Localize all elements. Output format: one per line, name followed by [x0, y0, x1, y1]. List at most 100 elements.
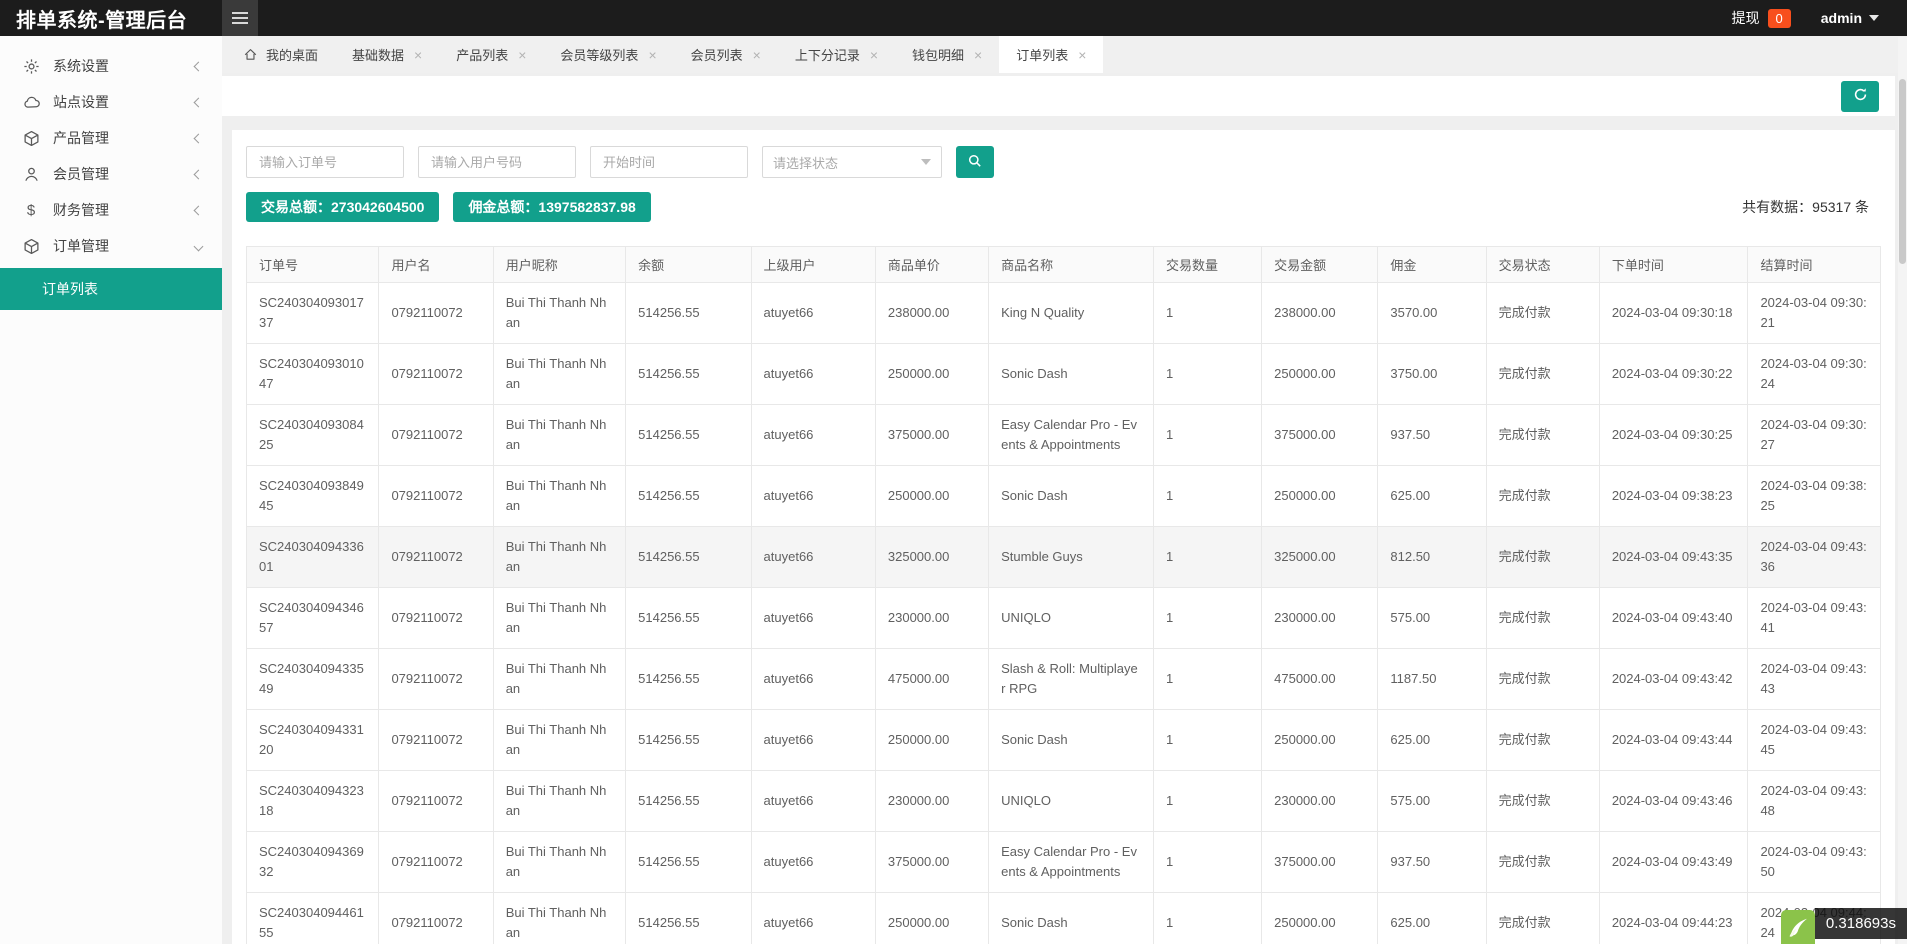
cell-parent-user: atuyet66	[751, 588, 875, 649]
column-header-username: 用户名	[379, 247, 493, 283]
cell-balance: 514256.55	[626, 405, 751, 466]
hamburger-icon	[232, 12, 248, 14]
user-no-input[interactable]	[418, 146, 576, 178]
close-icon[interactable]: ×	[1078, 48, 1086, 62]
cell-balance: 514256.55	[626, 466, 751, 527]
cell-nickname: Bui Thi Thanh Nhan	[493, 649, 625, 710]
cell-status: 完成付款	[1486, 527, 1599, 588]
table-row: SC240304093084250792110072Bui Thi Thanh …	[247, 405, 1881, 466]
chevron-left-icon	[194, 61, 204, 71]
cloud-icon	[22, 93, 40, 111]
cell-order-time: 2024-03-04 09:30:25	[1599, 405, 1748, 466]
sidebar-item-4[interactable]: $财务管理	[0, 192, 222, 228]
column-header-balance: 余额	[626, 247, 751, 283]
cell-amount: 250000.00	[1262, 710, 1378, 771]
cell-quantity: 1	[1153, 527, 1261, 588]
menu-toggle-button[interactable]	[222, 0, 258, 36]
cell-status: 完成付款	[1486, 283, 1599, 344]
tab-3[interactable]: 会员等级列表×	[543, 36, 673, 73]
tab-0[interactable]: 我的桌面	[226, 36, 335, 73]
cell-nickname: Bui Thi Thanh Nhan	[493, 893, 625, 944]
sidebar-item-3[interactable]: 会员管理	[0, 156, 222, 192]
vertical-scrollbar	[1898, 37, 1907, 944]
thinkphp-logo-icon[interactable]	[1781, 910, 1815, 944]
tab-1[interactable]: 基础数据×	[335, 36, 439, 73]
cell-nickname: Bui Thi Thanh Nhan	[493, 344, 625, 405]
chevron-down-icon	[1869, 15, 1879, 21]
tab-label: 订单列表	[1016, 45, 1068, 64]
cell-balance: 514256.55	[626, 649, 751, 710]
withdraw-link[interactable]: 提现 0	[1732, 8, 1791, 28]
cell-order-no: SC24030409384945	[247, 466, 379, 527]
cell-settle-time: 2024-03-04 09:43:36	[1748, 527, 1881, 588]
cell-nickname: Bui Thi Thanh Nhan	[493, 588, 625, 649]
cell-username: 0792110072	[379, 466, 493, 527]
cell-product-name: Easy Calendar Pro - Events & Appointment…	[989, 832, 1154, 893]
sidebar-item-1[interactable]: 站点设置	[0, 84, 222, 120]
status-select[interactable]: 请选择状态	[762, 146, 942, 178]
cell-username: 0792110072	[379, 405, 493, 466]
tab-5[interactable]: 上下分记录×	[778, 36, 895, 73]
user-menu[interactable]: admin	[1821, 10, 1879, 26]
cell-username: 0792110072	[379, 710, 493, 771]
search-button[interactable]	[956, 146, 994, 178]
cell-order-time: 2024-03-04 09:38:23	[1599, 466, 1748, 527]
cell-order-time: 2024-03-04 09:43:40	[1599, 588, 1748, 649]
cell-quantity: 1	[1153, 466, 1261, 527]
column-header-order-no: 订单号	[247, 247, 379, 283]
cell-amount: 230000.00	[1262, 771, 1378, 832]
cell-order-no: SC24030409433120	[247, 710, 379, 771]
cell-nickname: Bui Thi Thanh Nhan	[493, 283, 625, 344]
cell-product-name: Sonic Dash	[989, 893, 1154, 944]
filter-row: 请选择状态	[246, 146, 1881, 178]
cell-status: 完成付款	[1486, 466, 1599, 527]
cell-unit-price: 250000.00	[875, 893, 988, 944]
close-icon[interactable]: ×	[518, 48, 526, 62]
cell-balance: 514256.55	[626, 344, 751, 405]
cell-parent-user: atuyet66	[751, 527, 875, 588]
sidebar-item-0[interactable]: 系统设置	[0, 48, 222, 84]
refresh-button[interactable]	[1841, 81, 1879, 112]
tab-4[interactable]: 会员列表×	[674, 36, 778, 73]
cell-amount: 250000.00	[1262, 466, 1378, 527]
cell-product-name: Sonic Dash	[989, 710, 1154, 771]
cell-parent-user: atuyet66	[751, 771, 875, 832]
exec-time: 0.318693s	[1815, 908, 1907, 939]
column-header-commission: 佣金	[1378, 247, 1486, 283]
sidebar-item-label: 订单管理	[53, 236, 195, 256]
close-icon[interactable]: ×	[414, 48, 422, 62]
cell-commission: 937.50	[1378, 832, 1486, 893]
cell-balance: 514256.55	[626, 710, 751, 771]
close-icon[interactable]: ×	[870, 48, 878, 62]
sidebar-item-5[interactable]: 订单管理	[0, 228, 222, 264]
close-icon[interactable]: ×	[753, 48, 761, 62]
order-no-input[interactable]	[246, 146, 404, 178]
app-title: 排单系统-管理后台	[0, 4, 222, 33]
close-icon[interactable]: ×	[648, 48, 656, 62]
close-icon[interactable]: ×	[974, 48, 982, 62]
cell-balance: 514256.55	[626, 832, 751, 893]
cell-order-time: 2024-03-04 09:43:35	[1599, 527, 1748, 588]
cell-username: 0792110072	[379, 283, 493, 344]
user-icon	[22, 165, 40, 183]
cell-nickname: Bui Thi Thanh Nhan	[493, 832, 625, 893]
orders-panel: 请选择状态 交易总额：273042604500 佣金总额：1397582837.…	[232, 130, 1895, 944]
cell-balance: 514256.55	[626, 588, 751, 649]
table-row: SC240304094336010792110072Bui Thi Thanh …	[247, 527, 1881, 588]
sidebar-item-label: 系统设置	[53, 56, 195, 76]
start-time-input[interactable]	[590, 146, 748, 178]
tab-2[interactable]: 产品列表 ×	[439, 36, 543, 73]
tab-label: 产品列表	[456, 45, 508, 64]
tab-6[interactable]: 钱包明细×	[895, 36, 999, 73]
tab-7[interactable]: 订单列表 ×	[999, 36, 1103, 73]
cell-order-no: SC24030409432318	[247, 771, 379, 832]
search-icon	[967, 153, 983, 172]
cell-status: 完成付款	[1486, 710, 1599, 771]
scrollbar-thumb[interactable]	[1899, 79, 1906, 264]
chevron-left-icon	[194, 205, 204, 215]
tab-bar: 我的桌面基础数据×产品列表×会员等级列表×会员列表×上下分记录×钱包明细×订单列…	[222, 36, 1907, 73]
cell-quantity: 1	[1153, 832, 1261, 893]
sidebar-subitem-order-list[interactable]: 订单列表	[0, 268, 222, 310]
sidebar-item-2[interactable]: 产品管理	[0, 120, 222, 156]
cell-commission: 575.00	[1378, 771, 1486, 832]
